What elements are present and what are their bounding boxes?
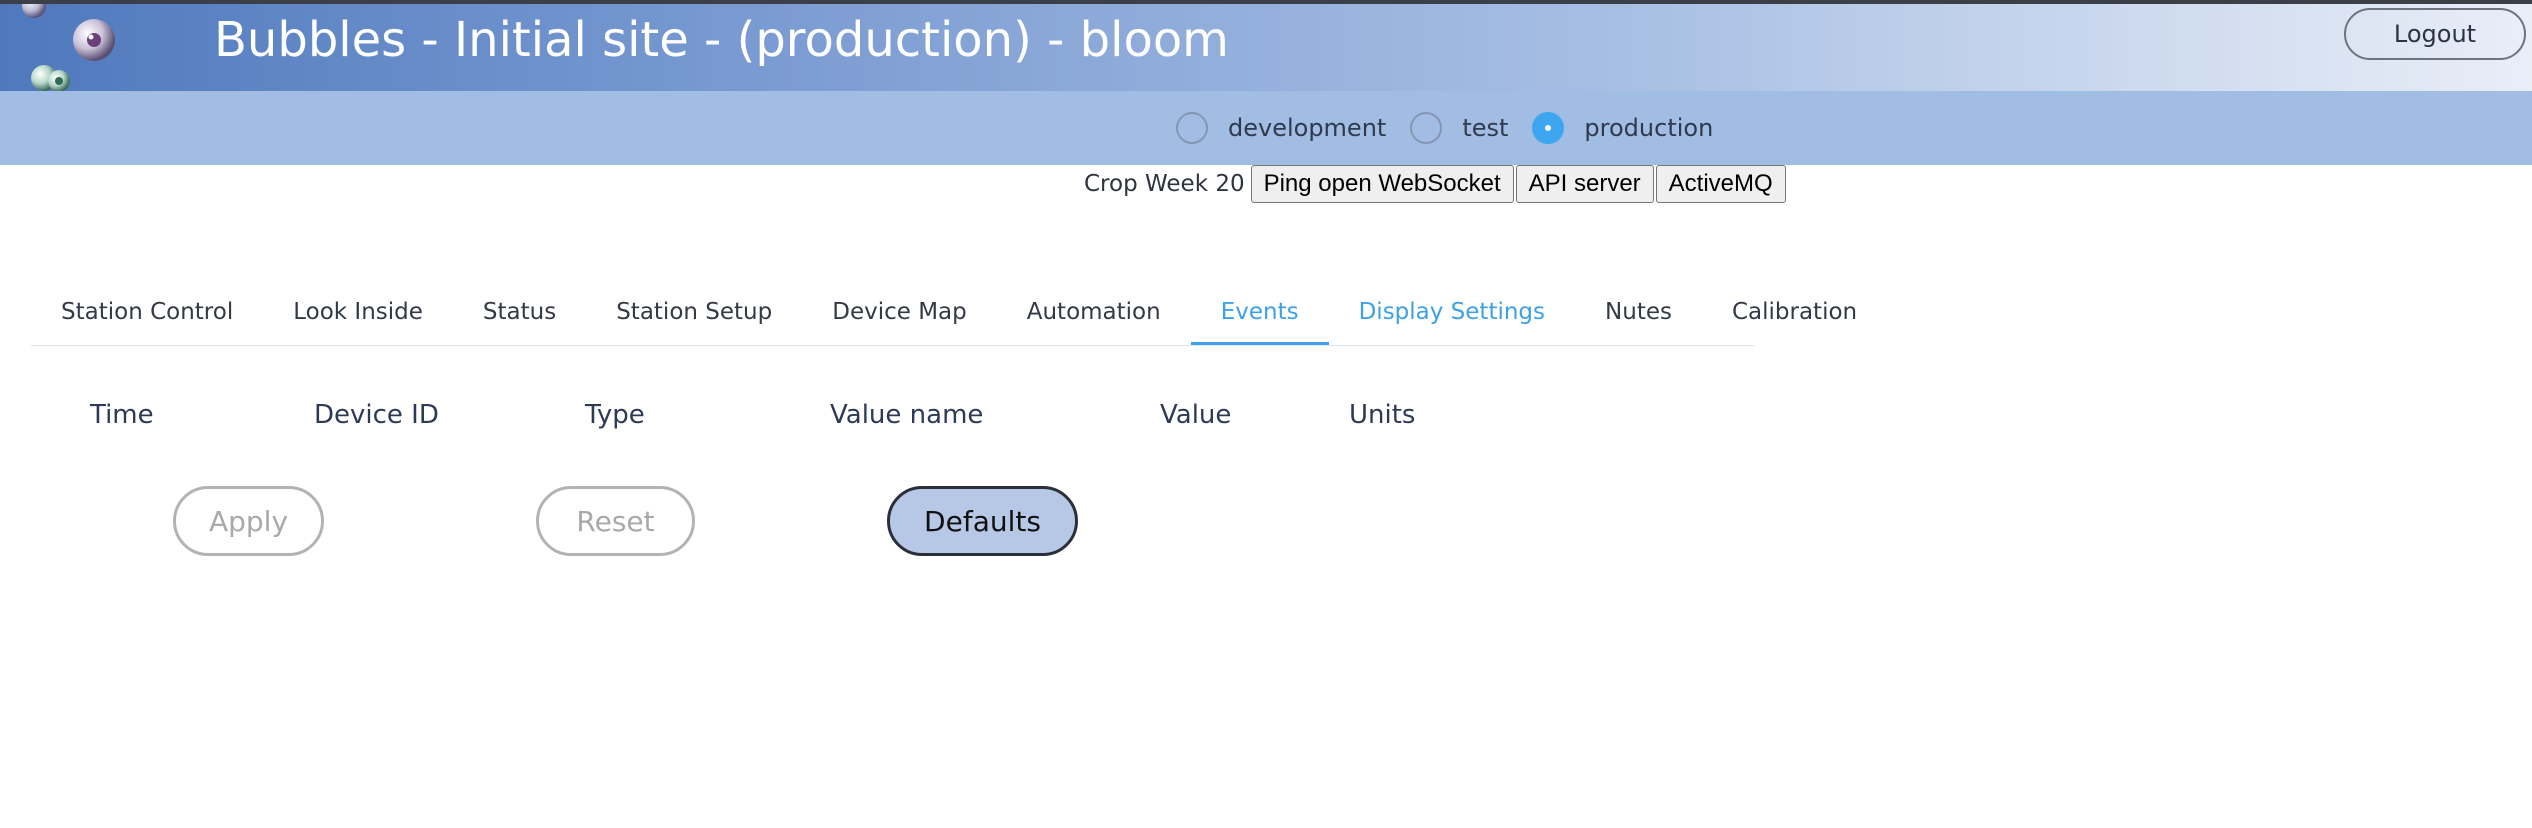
tab-events[interactable]: Events [1190,287,1329,345]
logout-button[interactable]: Logout [2344,8,2526,60]
ping-websocket-button[interactable]: Ping open WebSocket [1250,165,1514,203]
env-radio-test[interactable] [1410,112,1443,144]
environment-radio-group: development test production [1176,91,1737,165]
app-header: Bubbles - Initial site - (production) - … [0,4,2532,92]
env-option-test[interactable]: test [1410,112,1508,144]
column-header-device-id[interactable]: Device ID [314,400,439,430]
env-option-production[interactable]: production [1532,112,1713,144]
column-header-value-name[interactable]: Value name [830,400,983,430]
tab-station-setup[interactable]: Station Setup [586,287,802,345]
env-radio-production[interactable] [1532,112,1565,144]
env-option-development[interactable]: development [1176,112,1386,144]
env-label-development: development [1228,114,1387,142]
column-header-units[interactable]: Units [1349,400,1415,430]
site-title: Bubbles - Initial site - (production) - … [214,12,1229,68]
env-radio-development[interactable] [1176,112,1208,144]
env-label-production: production [1584,114,1714,142]
status-row: Crop Week 20 Ping open WebSocket API ser… [1084,164,1788,204]
column-header-value[interactable]: Value [1160,400,1231,430]
tab-look-inside[interactable]: Look Inside [263,287,453,345]
env-label-test: test [1462,114,1509,142]
tab-status[interactable]: Status [453,287,586,345]
activemq-button[interactable]: ActiveMQ [1655,165,1786,203]
environment-bar: development test production [0,91,2532,165]
api-server-button[interactable]: API server [1515,165,1654,203]
main-tabs: Station Control Look Inside Status Station … [31,287,1857,346]
tab-device-map[interactable]: Device Map [802,287,997,345]
tab-nutes[interactable]: Nutes [1575,287,1702,345]
column-header-type[interactable]: Type [585,400,645,430]
crop-week-label: Crop Week 20 [1084,171,1245,197]
reset-button[interactable]: Reset [536,486,695,556]
defaults-button[interactable]: Defaults [887,486,1078,556]
tab-display-settings[interactable]: Display Settings [1329,287,1575,345]
tab-calibration[interactable]: Calibration [1702,287,1887,345]
tab-automation[interactable]: Automation [997,287,1191,345]
app-page: Bubbles - Initial site - (production) - … [0,0,2532,828]
bubbles-logo-icon [22,4,115,92]
apply-button[interactable]: Apply [173,486,324,556]
tab-station-control[interactable]: Station Control [31,287,263,345]
column-header-time[interactable]: Time [90,400,154,430]
events-table-header: Time Device ID Type Value name Value Uni… [0,400,1600,440]
